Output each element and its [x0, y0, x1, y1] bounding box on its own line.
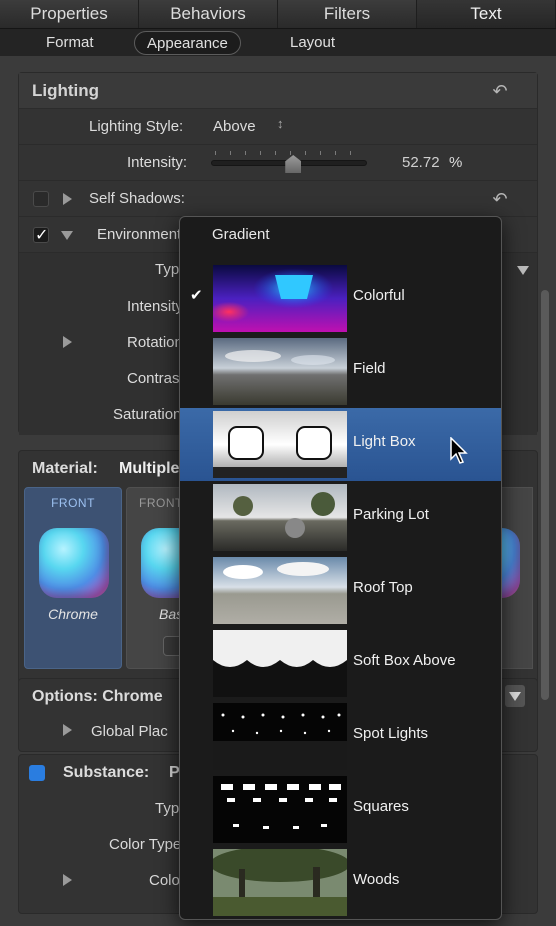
environment-thumbnail: [213, 265, 347, 332]
disclosure-triangle-icon[interactable]: [63, 724, 72, 736]
environment-checkbox[interactable]: [33, 225, 49, 245]
self-shadows-checkbox[interactable]: [33, 191, 49, 207]
checkmark-icon: ✔: [190, 287, 203, 304]
disclosure-triangle-open-icon[interactable]: [61, 231, 73, 240]
lighting-title: Lighting: [32, 81, 100, 100]
environment-thumbnail: [213, 411, 347, 478]
dropdown-arrow-icon[interactable]: [517, 266, 529, 275]
material-name: Chrome: [48, 606, 98, 622]
intensity-slider-thumb[interactable]: [285, 155, 302, 173]
menu-item-label: Gradient: [212, 226, 270, 243]
scrollbar[interactable]: [541, 290, 549, 700]
menu-item-label: Parking Lot: [353, 506, 429, 523]
intensity-label: Intensity:: [127, 154, 188, 171]
env-saturation-label: Saturation: [113, 406, 182, 423]
env-rotation-label: Rotation: [127, 334, 183, 351]
self-shadows-label: Self Shadows:: [89, 190, 185, 207]
disclosure-triangle-icon[interactable]: [63, 874, 72, 886]
environment-type-menu: Gradient ✔ Colorful Field Light Box Parking …: [179, 216, 502, 920]
self-shadows-row: Self Shadows: ↶: [19, 181, 537, 217]
options-dropdown-button[interactable]: [505, 685, 525, 707]
material-label: Material:: [32, 460, 98, 477]
lighting-style-row: Lighting Style: Above ↕: [19, 109, 537, 145]
menu-item-roof[interactable]: Roof Top: [180, 554, 501, 627]
environment-thumbnail: [213, 557, 347, 624]
env-contrast-label: Contrast: [127, 370, 184, 387]
menu-item-woods[interactable]: Woods: [180, 846, 501, 919]
material-card-front[interactable]: FRONT Chrome: [24, 487, 122, 669]
options-title: Options: Chrome: [32, 688, 163, 705]
disclosure-triangle-icon[interactable]: [63, 336, 72, 348]
reset-icon[interactable]: ↶: [491, 82, 509, 100]
environment-thumbnail: [213, 849, 347, 916]
environment-thumbnail: [213, 630, 347, 697]
lighting-style-label: Lighting Style:: [89, 118, 184, 135]
lighting-header[interactable]: Lighting ↶: [19, 73, 537, 109]
environment-thumbnail: [213, 703, 347, 770]
color-label: Colo: [149, 872, 180, 889]
subtab-format[interactable]: Format: [34, 31, 106, 55]
menu-item-label: Roof Top: [353, 579, 413, 596]
menu-item-label: Spot Lights: [353, 725, 429, 742]
material-preview: [39, 528, 109, 598]
environment-label: Environment: [97, 226, 182, 243]
reset-icon[interactable]: ↶: [491, 190, 509, 208]
lighting-style-popup[interactable]: Above: [213, 118, 256, 135]
tab-behaviors[interactable]: Behaviors: [139, 0, 278, 28]
environment-thumbnail: [213, 484, 347, 551]
text-subtabs: Format Appearance Layout: [0, 28, 556, 56]
subtab-appearance[interactable]: Appearance: [134, 31, 241, 55]
updown-arrows-icon[interactable]: ↕: [277, 116, 284, 131]
menu-item-gradient[interactable]: Gradient: [180, 217, 501, 253]
color-type-label: Color Type: [109, 836, 182, 853]
dropdown-arrow-icon: [509, 692, 521, 701]
subtab-layout[interactable]: Layout: [278, 31, 347, 55]
global-placement-label: Global Plac: [91, 723, 168, 740]
menu-item-field[interactable]: Field: [180, 335, 501, 408]
menu-item-spot[interactable]: Spot Lights: [180, 700, 501, 773]
menu-item-label: Woods: [353, 871, 400, 888]
tab-text[interactable]: Text: [417, 0, 556, 28]
card-label: FRONT: [51, 496, 95, 510]
tab-properties[interactable]: Properties: [0, 0, 139, 28]
menu-item-label: Soft Box Above: [353, 652, 456, 669]
menu-item-softbox[interactable]: Soft Box Above: [180, 627, 501, 700]
menu-item-label: Squares: [353, 798, 409, 815]
substance-title: Substance:: [63, 764, 150, 781]
env-intensity-label: Intensity: [127, 298, 183, 315]
tab-filters[interactable]: Filters: [278, 0, 417, 28]
slider-ticks: [215, 151, 365, 155]
menu-item-label: Light Box: [353, 433, 416, 450]
environment-thumbnail: [213, 776, 347, 843]
mouse-pointer-icon: [450, 437, 468, 464]
material-value[interactable]: Multiple: [119, 460, 179, 478]
menu-item-label: Colorful: [353, 287, 405, 304]
substance-checkbox[interactable]: [29, 765, 45, 781]
menu-item-colorful[interactable]: ✔ Colorful: [180, 262, 501, 335]
inspector-tabs: Properties Behaviors Filters Text: [0, 0, 556, 28]
menu-item-parking[interactable]: Parking Lot: [180, 481, 501, 554]
disclosure-triangle-icon[interactable]: [63, 193, 72, 205]
menu-item-squares[interactable]: Squares: [180, 773, 501, 846]
intensity-unit: %: [449, 154, 463, 171]
menu-item-label: Field: [353, 360, 386, 377]
environment-thumbnail: [213, 338, 347, 405]
intensity-value[interactable]: 52.72: [402, 154, 440, 171]
intensity-row: Intensity: 52.72 %: [19, 145, 537, 181]
